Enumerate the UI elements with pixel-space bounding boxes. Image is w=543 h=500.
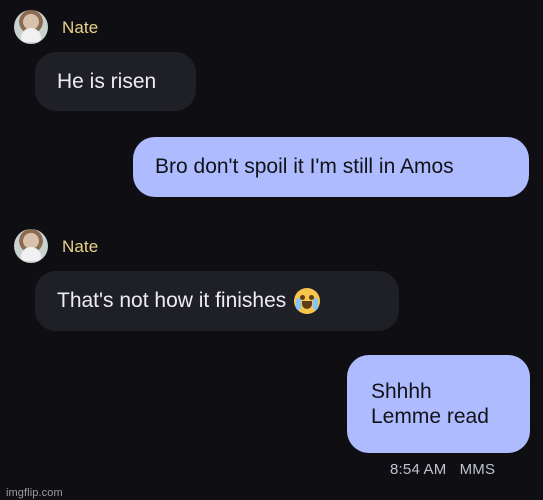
- outgoing-message-bubble[interactable]: Bro don't spoil it I'm still in Amos: [133, 137, 529, 197]
- message-text: He is risen: [57, 69, 157, 93]
- message-sender-row: Nate: [14, 10, 98, 44]
- incoming-message-bubble[interactable]: That's not how it finishes: [35, 271, 399, 331]
- message-text: Bro don't spoil it I'm still in Amos: [155, 155, 454, 179]
- message-status: 8:54 AM MMS: [390, 461, 495, 478]
- watermark: imgflip.com: [6, 487, 63, 499]
- message-time: 8:54 AM: [390, 461, 447, 478]
- message-text-line: Lemme read: [371, 405, 489, 428]
- crying-face-icon: [294, 288, 321, 314]
- message-text: That's not how it finishes: [57, 289, 287, 313]
- outgoing-message-bubble[interactable]: Shhhh Lemme read: [347, 355, 530, 453]
- message-text-line: Shhhh: [371, 379, 432, 403]
- message-type: MMS: [459, 461, 496, 478]
- message-sender-row: Nate: [14, 229, 98, 263]
- incoming-message-bubble[interactable]: He is risen: [35, 52, 196, 111]
- avatar[interactable]: [14, 10, 48, 44]
- avatar[interactable]: [14, 229, 48, 263]
- sender-name: Nate: [62, 236, 99, 256]
- sender-name: Nate: [62, 17, 99, 37]
